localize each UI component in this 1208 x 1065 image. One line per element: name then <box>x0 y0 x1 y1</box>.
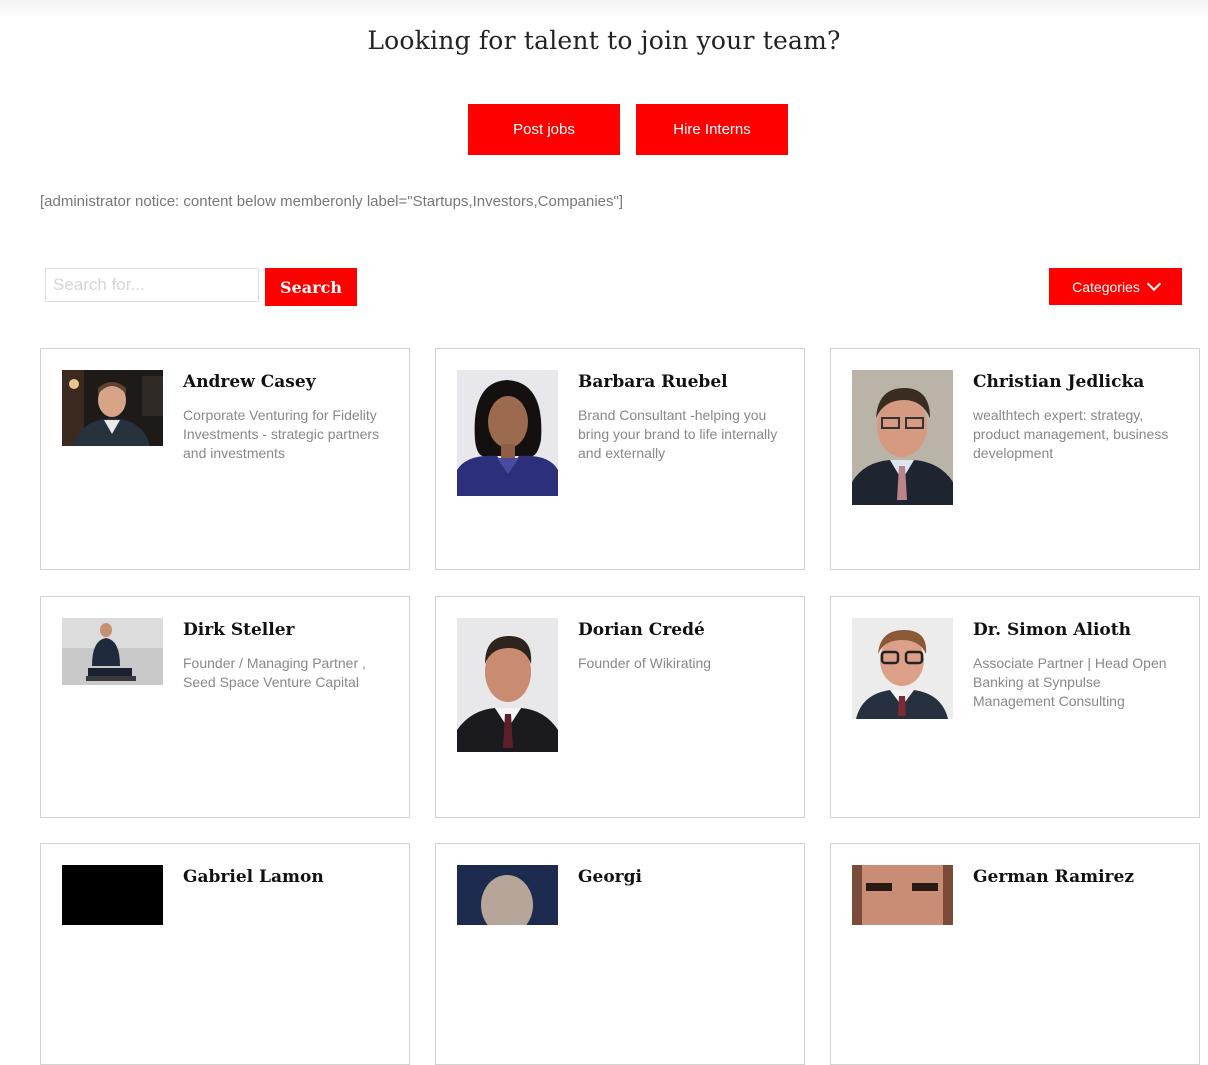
member-name[interactable]: Christian Jedlicka <box>973 372 1144 392</box>
hire-interns-button[interactable]: Hire Interns <box>636 104 788 155</box>
member-name[interactable]: Andrew Casey <box>183 372 316 392</box>
search-button[interactable]: Search <box>265 268 357 306</box>
categories-button[interactable]: Categories <box>1049 268 1182 305</box>
member-name[interactable]: German Ramirez <box>973 867 1134 887</box>
member-photo <box>62 865 163 925</box>
member-card[interactable]: Dorian Credé Founder of Wikirating <box>435 596 805 818</box>
chevron-down-icon <box>1146 276 1161 291</box>
member-photo <box>852 865 953 925</box>
member-name[interactable]: Georgi <box>578 867 642 887</box>
member-photo <box>62 618 163 685</box>
admin-notice: [administrator notice: content below mem… <box>40 193 624 210</box>
member-description: Brand Consultant -helping you bring your… <box>578 407 778 461</box>
post-jobs-button[interactable]: Post jobs <box>468 104 620 155</box>
member-card[interactable]: Barbara Ruebel Brand Consultant -helping… <box>435 348 805 570</box>
member-photo <box>852 618 953 719</box>
member-photo <box>457 618 558 752</box>
member-description: Founder of Wikirating <box>578 655 712 671</box>
member-name[interactable]: Dorian Credé <box>578 620 705 640</box>
member-card[interactable]: Andrew Casey Corporate Venturing for Fid… <box>40 348 410 570</box>
member-name[interactable]: Dr. Simon Alioth <box>973 620 1131 640</box>
member-name[interactable]: Dirk Steller <box>183 620 295 640</box>
member-name[interactable]: Barbara Ruebel <box>578 372 728 392</box>
member-description: Founder / Managing Partner , Seed Space … <box>183 655 366 690</box>
member-description: Associate Partner | Head Open Banking at… <box>973 655 1167 709</box>
member-photo <box>852 370 953 505</box>
member-photo <box>62 370 163 446</box>
member-card[interactable]: Dr. Simon Alioth Associate Partner | Hea… <box>830 596 1200 818</box>
member-name[interactable]: Gabriel Lamon <box>183 867 324 887</box>
member-photo <box>457 865 558 925</box>
top-strip <box>0 0 1208 18</box>
page-headline: Looking for talent to join your team? <box>367 26 841 55</box>
member-card[interactable]: Christian Jedlicka wealthtech expert: st… <box>830 348 1200 570</box>
search-input[interactable] <box>45 268 259 302</box>
member-photo <box>457 370 558 496</box>
member-card[interactable]: German Ramirez <box>830 843 1200 1065</box>
member-card[interactable]: Georgi <box>435 843 805 1065</box>
member-card[interactable]: Gabriel Lamon <box>40 843 410 1065</box>
member-description: wealthtech expert: strategy, product man… <box>973 407 1169 461</box>
member-description: Corporate Venturing for Fidelity Investm… <box>183 407 380 461</box>
member-card[interactable]: Dirk Steller Founder / Managing Partner … <box>40 596 410 818</box>
categories-label: Categories <box>1072 278 1140 295</box>
